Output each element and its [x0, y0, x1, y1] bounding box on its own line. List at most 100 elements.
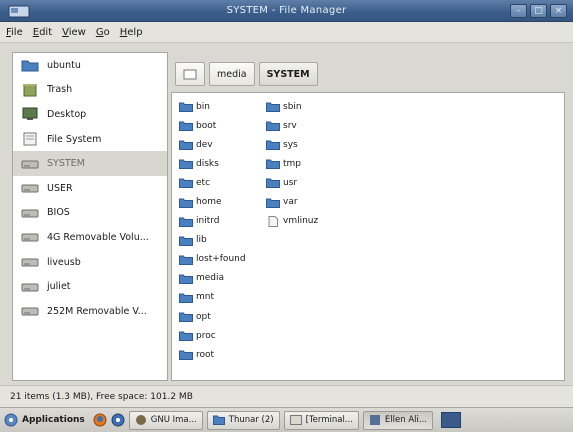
sidebar-item-trash[interactable]: Trash	[13, 78, 167, 103]
folder-icon	[266, 121, 280, 132]
drive-icon	[21, 307, 39, 316]
sidebar-item-user[interactable]: USER	[13, 176, 167, 201]
help-icon[interactable]	[111, 413, 125, 427]
folder-icon	[179, 350, 193, 361]
folder-icon	[266, 102, 280, 113]
task-gnu-image[interactable]: GNU Ima...	[128, 410, 203, 430]
file-item[interactable]: lost+found	[179, 250, 246, 269]
folder-icon	[179, 102, 193, 113]
folder-icon	[179, 236, 193, 246]
title-bar: SYSTEM - File Manager – □ ×	[0, 0, 573, 22]
folder-icon	[266, 140, 280, 151]
file-item[interactable]: var	[266, 192, 318, 211]
file-item[interactable]: etc	[179, 173, 246, 192]
file-item[interactable]: srv	[266, 116, 318, 135]
sidebar-item-file-system[interactable]: File System	[13, 127, 167, 152]
task-thunar[interactable]: Thunar (2)	[206, 410, 280, 430]
folder-icon	[266, 159, 280, 170]
drive-icon	[21, 209, 39, 218]
menu-view[interactable]: View	[62, 27, 86, 38]
folder-icon	[212, 415, 225, 425]
file-item[interactable]: sbin	[266, 97, 318, 116]
drive-icon	[21, 233, 39, 242]
folder-icon	[179, 274, 193, 284]
folder-icon	[266, 198, 280, 208]
task-terminal[interactable]: [Terminal...	[283, 410, 359, 430]
sidebar-item-bios[interactable]: BIOS	[13, 201, 167, 226]
menu-go[interactable]: Go	[96, 27, 110, 38]
menu-edit[interactable]: Edit	[33, 27, 52, 38]
drive-icon	[21, 184, 39, 193]
terminal-icon	[289, 415, 302, 425]
folder-icon	[179, 217, 193, 227]
file-item[interactable]: bin	[179, 97, 246, 116]
file-item[interactable]: usr	[266, 173, 318, 192]
firefox-icon[interactable]	[93, 413, 107, 427]
drive-icon	[21, 160, 39, 169]
file-item[interactable]: lib	[179, 231, 246, 250]
file-item[interactable]: tmp	[266, 154, 318, 173]
folder-icon	[266, 178, 280, 189]
status-text: 21 items (1.3 MB), Free space: 101.2 MB	[10, 391, 193, 402]
menu-file[interactable]: File	[6, 27, 23, 38]
window-title: SYSTEM - File Manager	[226, 5, 347, 16]
file-item[interactable]: vmlinuz	[266, 212, 318, 231]
file-item[interactable]: boot	[179, 116, 246, 135]
sidebar-item-4g-removable[interactable]: 4G Removable Volu...	[13, 225, 167, 250]
minimize-icon[interactable]: –	[510, 4, 527, 18]
folder-icon	[21, 60, 39, 72]
desktop-icon	[22, 107, 38, 121]
drive-icon	[21, 283, 39, 292]
folder-icon	[179, 198, 193, 208]
close-icon[interactable]: ×	[550, 4, 567, 18]
file-item[interactable]: sys	[266, 135, 318, 154]
breadcrumb-media[interactable]: media	[209, 62, 255, 86]
applications-icon	[4, 413, 18, 427]
file-item[interactable]: disks	[179, 154, 246, 173]
sidebar-item-desktop[interactable]: Desktop	[13, 102, 167, 127]
menu-help[interactable]: Help	[120, 27, 143, 38]
sidebar-item-juliet[interactable]: juliet	[13, 274, 167, 299]
applications-menu[interactable]: Applications	[4, 413, 89, 427]
file-item[interactable]: root	[179, 345, 246, 364]
path-toggle-button[interactable]	[175, 62, 205, 86]
sidebar-item-system[interactable]: SYSTEM	[13, 151, 167, 176]
file-item[interactable]: initrd	[179, 212, 246, 231]
sidebar-item-252m-removable[interactable]: 252M Removable V...	[13, 299, 167, 324]
trash-icon	[23, 83, 37, 97]
folder-icon	[179, 312, 193, 323]
folder-icon	[179, 140, 193, 151]
breadcrumb-system[interactable]: SYSTEM	[258, 62, 318, 86]
maximize-icon[interactable]: □	[530, 4, 547, 18]
file-item[interactable]: proc	[179, 326, 246, 345]
sidebar-item-ubuntu[interactable]: ubuntu	[13, 53, 167, 78]
window-controls: – □ ×	[510, 4, 567, 18]
menu-bar: File Edit View Go Help	[0, 22, 573, 43]
folder-icon	[179, 293, 193, 303]
text-entry-icon	[183, 69, 197, 79]
document-icon	[369, 415, 380, 425]
sidebar: ubuntu Trash Desktop File System SYSTEM …	[12, 52, 168, 381]
folder-icon	[179, 178, 193, 189]
task-ellen[interactable]: Ellen Ali...	[362, 410, 433, 430]
folder-icon	[179, 121, 193, 132]
folder-icon	[179, 331, 193, 342]
file-icon	[268, 215, 278, 227]
filesystem-icon	[23, 132, 37, 146]
sidebar-item-liveusb[interactable]: liveusb	[13, 250, 167, 275]
workspace-switcher[interactable]	[440, 412, 461, 428]
status-bar: 21 items (1.3 MB), Free space: 101.2 MB	[0, 385, 573, 407]
taskbar: Applications GNU Ima... Thunar (2) [Term…	[0, 407, 573, 432]
folder-icon	[179, 159, 193, 170]
gimp-icon	[135, 415, 146, 425]
file-item[interactable]: mnt	[179, 288, 246, 307]
drive-icon	[21, 258, 39, 267]
file-item[interactable]: opt	[179, 307, 246, 326]
breadcrumb: media SYSTEM	[175, 62, 318, 86]
file-item[interactable]: home	[179, 192, 246, 211]
file-view: bin boot dev disks etc home initrd lib l…	[171, 92, 565, 381]
file-item[interactable]: media	[179, 269, 246, 288]
file-column: sbin srv sys tmp usr var vmlinuz	[266, 97, 318, 231]
file-item[interactable]: dev	[179, 135, 246, 154]
file-column: bin boot dev disks etc home initrd lib l…	[179, 97, 246, 364]
